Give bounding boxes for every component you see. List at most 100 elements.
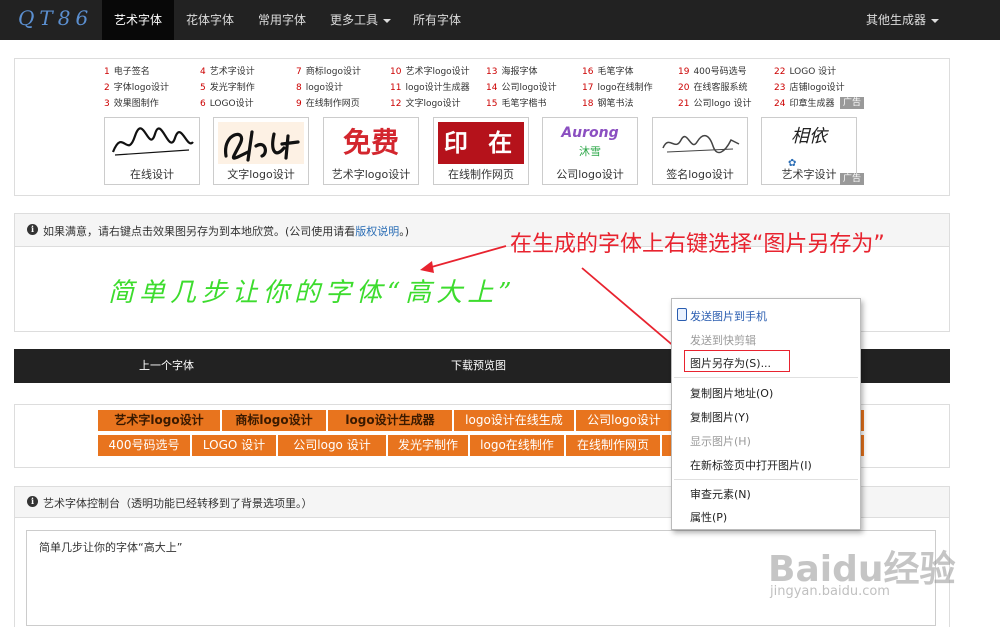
quick-link[interactable]: 23 店铺logo设计 [774, 80, 845, 93]
generated-font-image[interactable]: 简单几步让你的字体“高大上” [108, 272, 517, 309]
link-label: 店铺logo设计 [789, 83, 845, 93]
signature-image [662, 134, 740, 154]
quick-link[interactable]: 11 logo设计生成器 [390, 80, 470, 93]
ad-label: 广告 [840, 97, 865, 109]
link-number: 13 [486, 67, 498, 77]
logo-subword: 沐雪 [579, 145, 601, 158]
link-number: 11 [390, 83, 402, 93]
link-number: 21 [678, 99, 690, 109]
thumb-online-webpage[interactable]: 印 在 在线制作网页 [433, 117, 529, 185]
link-label: 毛笔字楷书 [501, 99, 547, 109]
quick-link[interactable]: 2 字体logo设计 [104, 80, 169, 93]
link-label: logo设计生成器 [405, 83, 470, 93]
quick-link[interactable]: 20 在线客服系统 [678, 80, 747, 93]
instruction-annotation: 在生成的字体上右键选择“图片另存为” [510, 232, 885, 257]
ctx-inspect-element[interactable]: 审查元素(N) [690, 486, 751, 502]
quick-link[interactable]: 5 发光字制作 [200, 80, 255, 93]
quick-link[interactable]: 21 公司logo 设计 [678, 96, 752, 109]
tag-link[interactable]: 400号码选号 [98, 435, 190, 456]
nav-item-fancy-fonts[interactable]: 花体字体 [174, 0, 246, 40]
link-number: 9 [296, 99, 302, 109]
quick-link[interactable]: 24 印章生成器 [774, 96, 834, 109]
nav-item-more-tools[interactable]: 更多工具 [318, 0, 403, 40]
quick-link[interactable]: 1 电子签名 [104, 64, 150, 77]
thumb-caption: 在线制作网页 [448, 168, 514, 181]
link-label: 毛笔字体 [597, 67, 634, 77]
link-label: 公司logo设计 [501, 83, 557, 93]
console-title: 艺术字体控制台（透明功能已经转移到了背景选项里。） [43, 497, 313, 510]
thumb-caption: 文字logo设计 [227, 168, 295, 181]
other-generators-label: 其他生成器 [866, 13, 927, 27]
ad-label: 广告 [840, 173, 865, 185]
thumb-text-logo-design[interactable]: 文字logo设计 [213, 117, 309, 185]
link-label: 公司logo 设计 [693, 99, 752, 109]
quick-link[interactable]: 17 logo在线制作 [582, 80, 653, 93]
prev-font-button[interactable]: 上一个字体 [139, 349, 194, 383]
thumb-caption: 艺术字logo设计 [331, 168, 411, 181]
quick-link[interactable]: 14 公司logo设计 [486, 80, 557, 93]
chevron-down-icon [931, 18, 940, 23]
link-label: 钢笔书法 [597, 99, 634, 109]
quick-link[interactable]: 10 艺术字logo设计 [390, 64, 470, 77]
copyright-link[interactable]: 版权说明 [355, 225, 399, 238]
tag-link[interactable]: 商标logo设计 [222, 410, 326, 431]
logo-word: Aurong [561, 125, 619, 141]
thumb-company-logo-design[interactable]: Aurong 沐雪 公司logo设计 [542, 117, 638, 185]
ctx-open-image-new-tab[interactable]: 在新标签页中打开图片(I) [690, 457, 812, 473]
ctx-copy-image-address[interactable]: 复制图片地址(O) [690, 385, 773, 401]
tag-link[interactable]: 公司logo 设计 [278, 435, 386, 456]
quick-link[interactable]: 22 LOGO 设计 [774, 64, 836, 77]
quick-link[interactable]: 9 在线制作网页 [296, 96, 360, 109]
thumb-caption: 在线设计 [130, 168, 174, 181]
nav-item-art-fonts[interactable]: 艺术字体 [102, 0, 175, 40]
menu-divider [674, 377, 858, 378]
quick-link[interactable]: 15 毛笔字楷书 [486, 96, 546, 109]
link-label: logo在线制作 [597, 83, 653, 93]
chevron-down-icon [383, 18, 392, 23]
download-preview-button[interactable]: 下载预览图 [451, 349, 506, 383]
tag-link[interactable]: 发光字制作 [388, 435, 468, 456]
signature-image [111, 127, 194, 156]
link-number: 2 [104, 83, 110, 93]
nav-item-all-fonts[interactable]: 所有字体 [401, 0, 473, 40]
quick-link[interactable]: 6 LOGO设计 [200, 96, 254, 109]
ctx-properties[interactable]: 属性(P) [690, 509, 727, 525]
quick-link[interactable]: 19 400号码选号 [678, 64, 747, 77]
nav-item-other-generators[interactable]: 其他生成器 [854, 0, 951, 40]
quick-link[interactable]: 8 logo设计 [296, 80, 343, 93]
thumb-art-logo-design[interactable]: 免费 艺术字logo设计 [323, 117, 419, 185]
quick-link[interactable]: 18 钢笔书法 [582, 96, 633, 109]
thumb-signature-logo-design[interactable]: 签名logo设计 [652, 117, 748, 185]
quick-link[interactable]: 4 艺术字设计 [200, 64, 255, 77]
tag-link[interactable]: logo设计生成器 [328, 410, 452, 431]
link-label: 在线客服系统 [693, 83, 748, 93]
thumb-online-design[interactable]: 在线设计 [104, 117, 200, 185]
tag-link[interactable]: LOGO 设计 [192, 435, 276, 456]
site-logo[interactable]: QT86 [18, 6, 93, 30]
info-message: 如果满意，请右键点击效果图另存为到本地欣赏。(公司使用请看 [43, 225, 356, 238]
ctx-send-to-phone[interactable]: 发送图片到手机 [690, 308, 767, 324]
quick-link[interactable]: 13 海报字体 [486, 64, 537, 77]
quick-link[interactable]: 12 文字logo设计 [390, 96, 461, 109]
ctx-save-image-as[interactable]: 图片另存为(S)... [690, 355, 771, 371]
link-label: 字体logo设计 [113, 83, 169, 93]
link-number: 14 [486, 83, 498, 93]
nav-item-common-fonts[interactable]: 常用字体 [246, 0, 318, 40]
tag-link[interactable]: logo设计在线生成 [454, 410, 574, 431]
quick-link[interactable]: 7 商标logo设计 [296, 64, 361, 77]
tag-link[interactable]: logo在线制作 [470, 435, 564, 456]
quick-link[interactable]: 16 毛笔字体 [582, 64, 633, 77]
context-menu: 发送图片到手机 发送到快剪辑 图片另存为(S)... 复制图片地址(O) 复制图… [671, 298, 861, 530]
more-tools-label: 更多工具 [330, 13, 379, 27]
ctx-copy-image[interactable]: 复制图片(Y) [690, 409, 749, 425]
link-number: 3 [104, 99, 110, 109]
calligraphy-image [218, 122, 304, 164]
link-label: 文字logo设计 [405, 99, 461, 109]
quick-link[interactable]: 3 效果图制作 [104, 96, 159, 109]
tag-link[interactable]: 艺术字logo设计 [98, 410, 220, 431]
link-number: 16 [582, 67, 594, 77]
phone-icon [677, 308, 687, 321]
link-number: 23 [774, 83, 786, 93]
tag-link[interactable]: 公司logo设计 [576, 410, 672, 431]
tag-link[interactable]: 在线制作网页 [566, 435, 660, 456]
